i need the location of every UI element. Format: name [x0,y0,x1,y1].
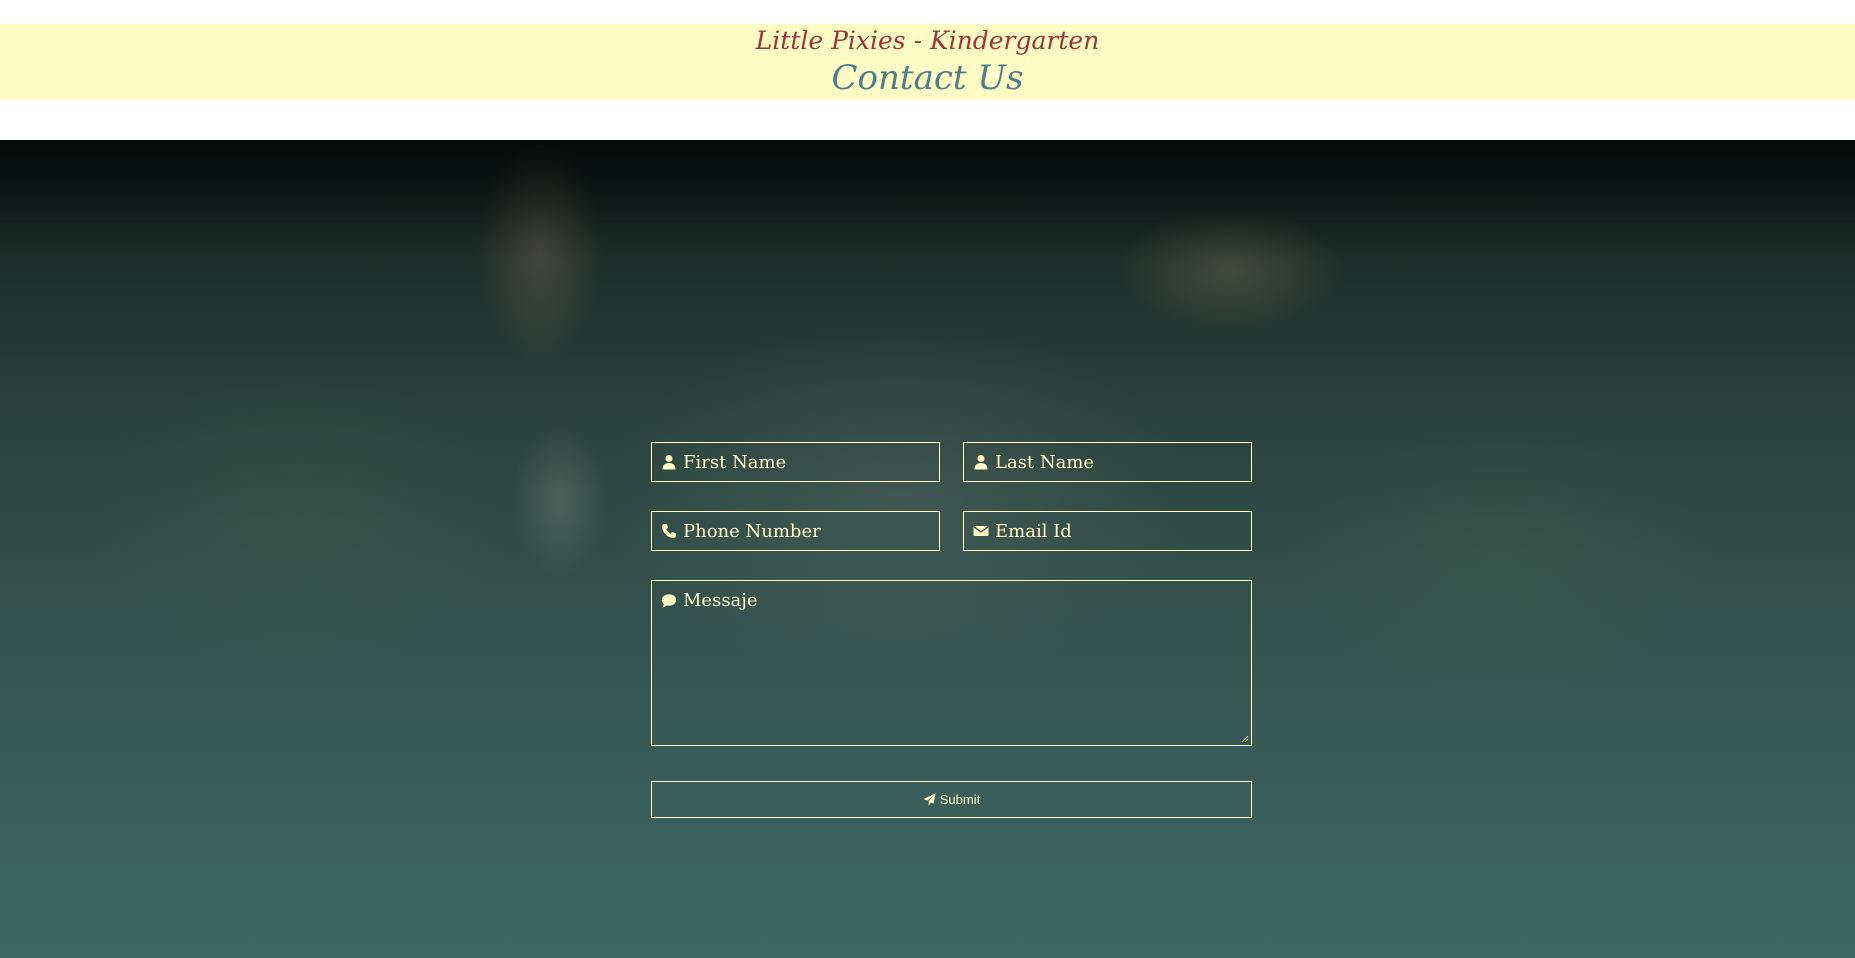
phone-icon [662,524,676,538]
last-name-input[interactable]: Last Name [963,442,1252,482]
resize-handle-icon[interactable] [1241,735,1249,743]
email-placeholder: Email Id [995,520,1072,542]
phone-placeholder: Phone Number [683,520,821,542]
page-title: Contact Us [831,58,1024,98]
user-icon [974,455,988,470]
email-input[interactable]: Email Id [963,511,1252,551]
user-icon [662,455,676,470]
envelope-icon [973,526,989,536]
comment-icon [661,594,677,608]
submit-label: Submit [939,792,981,807]
last-name-placeholder: Last Name [995,451,1095,473]
first-name-input[interactable]: First Name [651,442,940,482]
submit-button[interactable]: Submit [651,781,1252,818]
hero-shade [0,140,1855,260]
phone-number-input[interactable]: Phone Number [651,511,940,551]
first-name-placeholder: First Name [683,451,787,473]
paper-plane-icon [923,793,936,806]
brand-name: Little Pixies - Kindergarten [755,26,1100,55]
message-placeholder: Messaje [683,590,758,611]
message-textarea[interactable]: Messaje [651,580,1252,746]
